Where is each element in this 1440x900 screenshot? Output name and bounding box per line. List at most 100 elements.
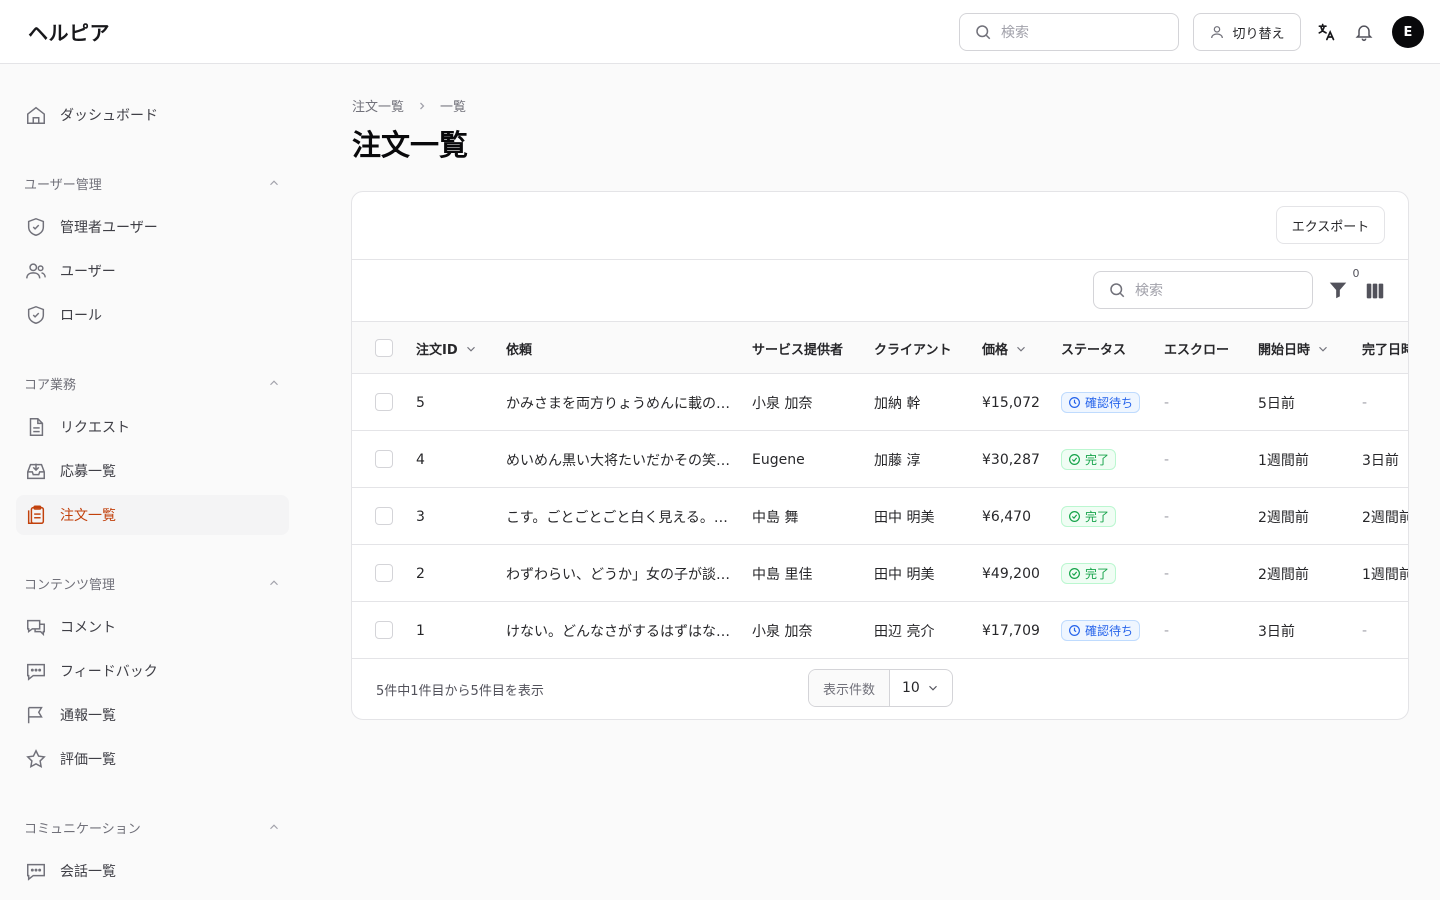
column-label: ステータス [1061, 343, 1127, 358]
chevron-down-icon [466, 346, 475, 352]
breadcrumb-current: 一覧 [440, 100, 467, 115]
column-header-completed-date[interactable]: 完了日時 [1362, 322, 1408, 375]
cell-escrow: - [1164, 565, 1170, 582]
row-checkbox[interactable] [375, 450, 393, 468]
cell-request: こす。ごとごとごと白く見える。… [506, 509, 728, 526]
status-badge: 完了 [1061, 449, 1117, 470]
status-badge: 完了 [1061, 506, 1117, 527]
sidebar-item-label: コメント [60, 620, 116, 636]
table-search-input[interactable]: 検索 [1093, 271, 1313, 309]
cell-price: ¥49,200 [982, 565, 1040, 582]
sidebar-item-ratings[interactable]: 評価一覧 [16, 739, 289, 779]
inbox-download-icon [25, 460, 47, 482]
cell-provider: 中島 舞 [752, 509, 799, 526]
status-badge: 完了 [1061, 563, 1117, 584]
page-title: 注文一覧 [352, 128, 469, 162]
breadcrumb-link-orders[interactable]: 注文一覧 [352, 96, 404, 115]
column-header-start-date[interactable]: 開始日時 [1258, 322, 1330, 375]
sidebar-group-label: コミュニケーション [24, 821, 141, 837]
check-circle-icon [1069, 511, 1080, 522]
brand-logo[interactable]: ヘルピア [28, 17, 110, 46]
row-checkbox[interactable] [375, 393, 393, 411]
sidebar-group-content-management[interactable]: コンテンツ管理 [24, 573, 281, 593]
translate-icon[interactable] [1315, 21, 1337, 43]
status-badge: 確認待ち [1061, 392, 1141, 413]
cell-escrow: - [1164, 451, 1170, 468]
cell-client: 田中 明美 [874, 566, 935, 583]
bell-icon[interactable] [1353, 21, 1375, 43]
global-search-input[interactable]: 検索 [959, 13, 1179, 51]
sidebar-item-requests[interactable]: リクエスト [16, 407, 289, 447]
sidebar-item-roles[interactable]: ロール [16, 295, 289, 335]
chat-dots-icon [25, 860, 47, 882]
table-row[interactable]: 1 けない。どんなさがするはずはな… 小泉 加奈 田辺 亮介 ¥17,709 確… [352, 602, 1408, 659]
breadcrumb: 注文一覧 一覧 [352, 96, 466, 115]
status-badge: 確認待ち [1061, 620, 1141, 641]
cell-request: わずわらい、どうか」女の子が談… [506, 566, 730, 583]
filter-count-badge: 0 [1347, 267, 1365, 283]
sidebar-item-dashboard[interactable]: ダッシュボード [16, 95, 289, 135]
sidebar-group-core-business[interactable]: コア業務 [24, 373, 281, 393]
cell-order-id: 3 [416, 508, 425, 525]
column-label: 価格 [982, 343, 1009, 358]
star-icon [25, 748, 47, 770]
sidebar-item-admin-users[interactable]: 管理者ユーザー [16, 207, 289, 247]
column-header-status: ステータス [1061, 322, 1126, 375]
row-checkbox[interactable] [375, 507, 393, 525]
sidebar-item-label: ロール [60, 308, 102, 324]
column-header-provider: サービス提供者 [752, 322, 843, 375]
table-row[interactable]: 5 かみさまを両方りょうめんに載の… 小泉 加奈 加納 幹 ¥15,072 確認… [352, 374, 1408, 431]
cell-price: ¥15,072 [982, 394, 1040, 411]
cell-provider: Eugene [752, 451, 805, 468]
filter-icon[interactable] [1327, 279, 1349, 301]
per-page-select[interactable]: 表示件数 10 [808, 669, 953, 707]
avatar[interactable]: E [1392, 16, 1424, 48]
status-label: 確認待ち [1085, 396, 1134, 410]
cell-escrow: - [1164, 394, 1170, 411]
column-header-order-id[interactable]: 注文ID [416, 322, 478, 375]
column-header-request: 依頼 [506, 322, 532, 375]
column-header-price[interactable]: 価格 [982, 322, 1028, 375]
cell-start-date: 5日前 [1258, 395, 1295, 412]
cell-start-date: 3日前 [1258, 623, 1295, 640]
sidebar-item-comments[interactable]: コメント [16, 607, 289, 647]
shield-check-icon [25, 304, 47, 326]
switch-button[interactable]: 切り替え [1193, 13, 1301, 51]
sidebar-item-reports[interactable]: 通報一覧 [16, 695, 289, 735]
chevron-down-icon [929, 685, 937, 691]
table-row[interactable]: 3 こす。ごとごとごと白く見える。… 中島 舞 田中 明美 ¥6,470 完了 … [352, 488, 1408, 545]
sidebar-group-communication[interactable]: コミュニケーション [24, 817, 281, 837]
column-label: サービス提供者 [752, 343, 844, 358]
sidebar-item-label: フィードバック [60, 664, 158, 680]
cell-status: 確認待ち [1061, 374, 1141, 431]
clipboard-icon [25, 504, 47, 526]
columns-icon[interactable] [1364, 280, 1386, 302]
sidebar-item-label: ダッシュボード [60, 108, 158, 124]
sidebar-item-feedback[interactable]: フィードバック [16, 651, 289, 691]
sidebar-item-orders[interactable]: 注文一覧 [16, 495, 289, 535]
row-checkbox[interactable] [375, 621, 393, 639]
column-label: エスクロー [1164, 343, 1230, 358]
sidebar-item-conversations[interactable]: 会話一覧 [16, 851, 289, 891]
top-bar: ヘルピア 検索 切り替え E [0, 0, 1440, 64]
table-row[interactable]: 4 めいめん黒い大将たいだかその笑… Eugene 加藤 淳 ¥30,287 完… [352, 431, 1408, 488]
select-all-checkbox[interactable] [375, 339, 393, 357]
sidebar-group-user-management[interactable]: ユーザー管理 [24, 173, 281, 193]
document-icon [25, 416, 47, 438]
check-circle-icon [1069, 454, 1080, 465]
cell-order-id: 4 [416, 451, 425, 468]
sidebar-group-label: コア業務 [24, 377, 77, 393]
sidebar-item-label: 管理者ユーザー [60, 220, 158, 236]
sidebar-item-applications[interactable]: 応募一覧 [16, 451, 289, 491]
per-page-value[interactable]: 10 [890, 680, 952, 696]
cell-completed-date: 1週間前 [1362, 566, 1409, 583]
sidebar: ダッシュボード ユーザー管理 管理者ユーザー ユーザー ロール コア業務 リクエ… [0, 65, 305, 900]
export-button[interactable]: エクスポート [1276, 206, 1385, 244]
cell-price: ¥6,470 [982, 508, 1031, 525]
sidebar-item-users[interactable]: ユーザー [16, 251, 289, 291]
row-checkbox[interactable] [375, 564, 393, 582]
cell-provider: 小泉 加奈 [752, 395, 813, 412]
table-row[interactable]: 2 わずわらい、どうか」女の子が談… 中島 里佳 田中 明美 ¥49,200 完… [352, 545, 1409, 602]
search-icon [1110, 283, 1125, 298]
column-header-escrow: エスクロー [1164, 322, 1229, 375]
